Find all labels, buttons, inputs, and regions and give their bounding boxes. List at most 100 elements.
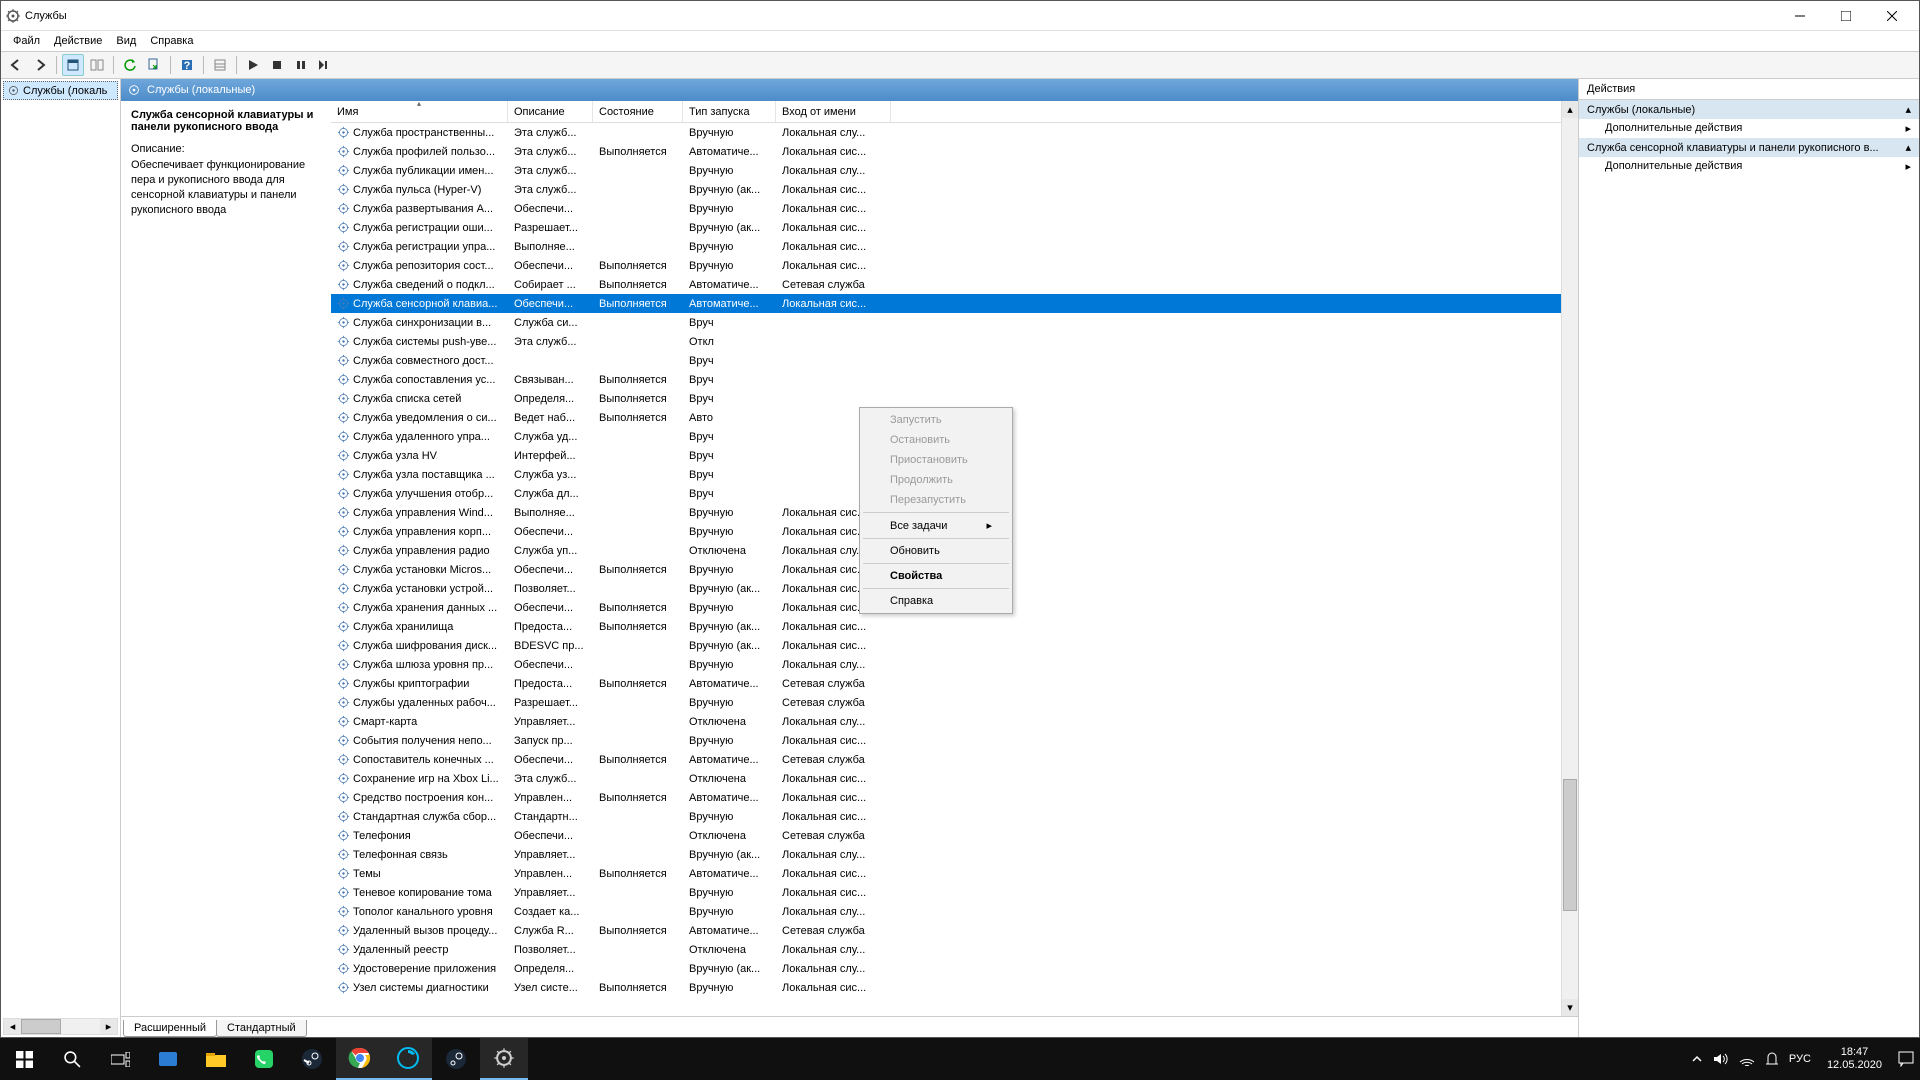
stop-service-button[interactable] [266, 54, 288, 76]
tray-volume-icon[interactable] [1713, 1052, 1729, 1066]
tray-clock[interactable]: 18:47 12.05.2020 [1821, 1046, 1888, 1072]
table-row[interactable]: Смарт-картаУправляет...ОтключенаЛокальна… [331, 712, 1561, 731]
table-row[interactable]: Служба синхронизации в...Служба си...Вру… [331, 313, 1561, 332]
table-row[interactable]: Службы криптографииПредоста...Выполняетс… [331, 674, 1561, 693]
tree-hscroll[interactable]: ◂ ▸ [3, 1018, 118, 1035]
close-button[interactable] [1869, 1, 1915, 31]
tray-notifications-icon[interactable] [1898, 1051, 1914, 1067]
tray-chevron-icon[interactable] [1691, 1053, 1703, 1065]
toolbar-btn-2[interactable] [86, 54, 108, 76]
taskbar-steam-2[interactable] [432, 1038, 480, 1080]
actions-group-local[interactable]: Службы (локальные) ▴ [1579, 100, 1919, 119]
col-logon[interactable]: Вход от имени [776, 101, 891, 122]
cell-logon: Сетевая служба [776, 279, 891, 291]
menu-help[interactable]: Справка [144, 33, 199, 49]
cell-startup: Вручную [683, 507, 776, 519]
tray-lang[interactable]: РУС [1789, 1053, 1811, 1065]
tab-standard[interactable]: Стандартный [216, 1020, 307, 1037]
tray-network-icon[interactable] [1739, 1052, 1755, 1066]
tray-icon[interactable] [1765, 1052, 1779, 1066]
minimize-button[interactable] [1777, 1, 1823, 31]
start-button[interactable] [0, 1038, 48, 1080]
table-row[interactable]: Стандартная служба сбор...Стандартн...Вр… [331, 807, 1561, 826]
scroll-right-icon[interactable]: ▸ [100, 1019, 117, 1034]
menu-action[interactable]: Действие [48, 33, 108, 49]
table-row[interactable]: Служба системы push-уве...Эта служб...От… [331, 332, 1561, 351]
taskbar-app-3[interactable] [384, 1038, 432, 1080]
tree-root[interactable]: Службы (локаль [3, 81, 118, 100]
taskbar-app-1[interactable] [144, 1038, 192, 1080]
table-row[interactable]: Телефонная связьУправляет...Вручную (ак.… [331, 845, 1561, 864]
vscroll[interactable]: ▴ ▾ [1561, 101, 1578, 1016]
col-startup[interactable]: Тип запуска [683, 101, 776, 122]
back-button[interactable] [5, 54, 27, 76]
actions-more-1[interactable]: Дополнительные действия ▸ [1579, 119, 1919, 138]
col-status[interactable]: Состояние [593, 101, 683, 122]
table-row[interactable]: Служба публикации имен...Эта служб...Вру… [331, 161, 1561, 180]
taskbar-app-2[interactable] [240, 1038, 288, 1080]
table-row[interactable]: Служба репозитория сост...Обеспечи...Вып… [331, 256, 1561, 275]
maximize-button[interactable] [1823, 1, 1869, 31]
menu-file[interactable]: Файл [7, 33, 46, 49]
scroll-up-icon[interactable]: ▴ [1562, 101, 1578, 118]
taskbar-steam-1[interactable] [288, 1038, 336, 1080]
table-row[interactable]: Служба сопоставления ус...Связыван...Вып… [331, 370, 1561, 389]
table-row[interactable]: Сопоставитель конечных ...Обеспечи...Вып… [331, 750, 1561, 769]
taskbar-chrome[interactable] [336, 1038, 384, 1080]
forward-button[interactable] [29, 54, 51, 76]
taskview-button[interactable] [96, 1038, 144, 1080]
ctx-help[interactable]: Справка [862, 591, 1010, 611]
scroll-track[interactable] [1562, 118, 1578, 999]
table-row[interactable]: Служба регистрации оши...Разрешает...Вру… [331, 218, 1561, 237]
table-row[interactable]: Служба регистрации упра...Выполняе...Вру… [331, 237, 1561, 256]
table-row[interactable]: Служба шлюза уровня пр...Обеспечи...Вруч… [331, 655, 1561, 674]
table-row[interactable]: Служба списка сетейОпределя...Выполняетс… [331, 389, 1561, 408]
table-row[interactable]: Тополог канального уровняСоздает ка...Вр… [331, 902, 1561, 921]
col-description[interactable]: Описание [508, 101, 593, 122]
table-row[interactable]: Служба сенсорной клавиа...Обеспечи...Вып… [331, 294, 1561, 313]
table-row[interactable]: Служба развертывания A...Обеспечи...Вруч… [331, 199, 1561, 218]
table-row[interactable]: Удаленный вызов процеду...Служба R...Вып… [331, 921, 1561, 940]
menu-view[interactable]: Вид [110, 33, 142, 49]
table-row[interactable]: Средство построения кон...Управлен...Вып… [331, 788, 1561, 807]
table-row[interactable]: Теневое копирование томаУправляет...Вруч… [331, 883, 1561, 902]
actions-group-service[interactable]: Служба сенсорной клавиатуры и панели рук… [1579, 138, 1919, 157]
ctx-properties[interactable]: Свойства [862, 566, 1010, 586]
table-row[interactable]: События получения непо...Запуск пр...Вру… [331, 731, 1561, 750]
cell-logon: Локальная сис... [776, 792, 891, 804]
table-row[interactable]: Служба совместного дост...Вруч [331, 351, 1561, 370]
ctx-all-tasks[interactable]: Все задачи▸ [862, 515, 1010, 536]
table-row[interactable]: Узел системы диагностикиУзел систе...Вып… [331, 978, 1561, 997]
search-button[interactable] [48, 1038, 96, 1080]
table-row[interactable]: Удаленный реестрПозволяет...ОтключенаЛок… [331, 940, 1561, 959]
export-button[interactable] [143, 54, 165, 76]
taskbar-services[interactable] [480, 1038, 528, 1080]
start-service-button[interactable] [242, 54, 264, 76]
table-row[interactable]: Службы удаленных рабоч...Разрешает...Вру… [331, 693, 1561, 712]
table-row[interactable]: Служба шифрования диск...BDESVC пр...Вру… [331, 636, 1561, 655]
ctx-refresh[interactable]: Обновить [862, 541, 1010, 561]
col-name[interactable]: ▴Имя [331, 101, 508, 122]
scroll-thumb[interactable] [21, 1019, 61, 1034]
taskbar-explorer[interactable] [192, 1038, 240, 1080]
refresh-button[interactable] [119, 54, 141, 76]
table-row[interactable]: Сохранение игр на Xbox Li...Эта служб...… [331, 769, 1561, 788]
tab-extended[interactable]: Расширенный [123, 1020, 217, 1037]
scroll-left-icon[interactable]: ◂ [4, 1019, 21, 1034]
table-row[interactable]: Служба пульса (Hyper-V)Эта служб...Вручн… [331, 180, 1561, 199]
scroll-down-icon[interactable]: ▾ [1562, 999, 1578, 1016]
table-row[interactable]: Служба профилей пользо...Эта служб...Вып… [331, 142, 1561, 161]
help-button[interactable]: ? [176, 54, 198, 76]
table-row[interactable]: ТемыУправлен...ВыполняетсяАвтоматиче...Л… [331, 864, 1561, 883]
toolbar-btn-3[interactable] [209, 54, 231, 76]
table-row[interactable]: Удостоверение приложенияОпределя...Вручн… [331, 959, 1561, 978]
toolbar-btn-1[interactable] [62, 54, 84, 76]
pause-service-button[interactable] [290, 54, 312, 76]
table-row[interactable]: Служба сведений о подкл...Собирает ...Вы… [331, 275, 1561, 294]
table-row[interactable]: ТелефонияОбеспечи...ОтключенаСетевая слу… [331, 826, 1561, 845]
restart-service-button[interactable] [314, 54, 336, 76]
table-row[interactable]: Служба пространственны...Эта служб...Вру… [331, 123, 1561, 142]
actions-more-2[interactable]: Дополнительные действия ▸ [1579, 157, 1919, 176]
table-row[interactable]: Служба хранилищаПредоста...ВыполняетсяВр… [331, 617, 1561, 636]
scroll-thumb[interactable] [1563, 779, 1577, 911]
